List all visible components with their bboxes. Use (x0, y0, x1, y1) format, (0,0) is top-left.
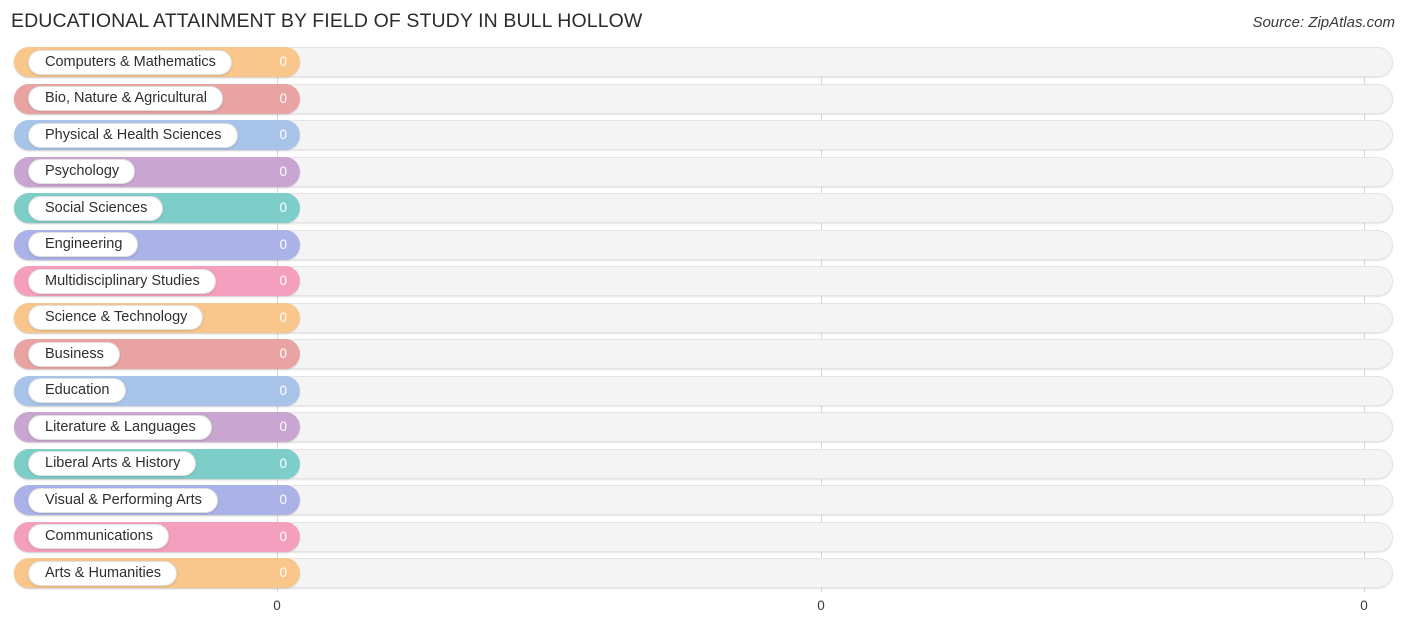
category-label: Liberal Arts & History (45, 455, 181, 472)
table-row: 0 Psychology (0, 156, 1406, 187)
bar-value-label: 0 (279, 382, 287, 398)
bar-value-label: 0 (279, 346, 287, 362)
axis-tick-label: 0 (817, 598, 825, 613)
category-label-pill[interactable]: Literature & Languages (28, 414, 212, 440)
bar-value-label: 0 (279, 236, 287, 252)
category-label: Social Sciences (45, 199, 148, 216)
table-row: 0 Business (0, 339, 1406, 369)
bar-value-label: 0 (279, 455, 287, 471)
bar-value-label: 0 (279, 163, 287, 179)
table-row: 0 Physical & Health Sciences (0, 120, 1406, 150)
category-label: Literature & Languages (45, 418, 196, 435)
bar-value-label: 0 (279, 419, 287, 435)
table-row: 0 Communications (0, 521, 1406, 552)
x-axis: 0 0 0 (0, 592, 1406, 632)
category-label: Multidisciplinary Studies (45, 272, 200, 289)
bar-value-label: 0 (279, 54, 287, 70)
bar-value-label: 0 (279, 90, 287, 106)
bar-rows: 0 Computers & Mathematics 0 Bio, Nature & A… (0, 47, 1406, 595)
bar-value-label: 0 (279, 528, 287, 544)
category-label-pill[interactable]: Social Sciences (28, 195, 164, 221)
bar-value-label: 0 (279, 200, 287, 216)
table-row: 0 Liberal Arts & History (0, 448, 1406, 479)
category-label-pill[interactable]: Visual & Performing Arts (28, 487, 218, 513)
category-label-pill[interactable]: Liberal Arts & History (28, 451, 197, 476)
plot-area: 0 Computers & Mathematics 0 Bio, Nature & A… (0, 47, 1406, 592)
category-label-pill[interactable]: Communications (28, 524, 169, 549)
category-label: Education (45, 382, 110, 399)
bar-value-label: 0 (279, 492, 287, 508)
table-row: 0 Literature & Languages (0, 412, 1406, 442)
chart-header: EDUCATIONAL ATTAINMENT BY FIELD OF STUDY… (0, 0, 1406, 46)
category-label-pill[interactable]: Multidisciplinary Studies (28, 268, 216, 294)
category-label-pill[interactable]: Physical & Health Sciences (28, 122, 238, 148)
table-row: 0 Social Sciences (0, 193, 1406, 223)
table-row: 0 Engineering (0, 229, 1406, 260)
page-title: EDUCATIONAL ATTAINMENT BY FIELD OF STUDY… (11, 10, 643, 32)
category-label-pill[interactable]: Psychology (28, 159, 136, 184)
category-label: Business (45, 345, 104, 362)
table-row: 0 Visual & Performing Arts (0, 485, 1406, 515)
category-label: Visual & Performing Arts (45, 491, 202, 508)
category-label-pill[interactable]: Business (28, 341, 120, 367)
axis-tick-label: 0 (1360, 598, 1368, 613)
category-label: Psychology (45, 163, 120, 180)
bar-value-label: 0 (279, 565, 287, 581)
table-row: 0 Arts & Humanities (0, 558, 1406, 588)
table-row: 0 Education (0, 375, 1406, 406)
table-row: 0 Bio, Nature & Agricultural (0, 83, 1406, 114)
category-label: Communications (45, 528, 153, 545)
table-row: 0 Multidisciplinary Studies (0, 266, 1406, 296)
source-attribution: Source: ZipAtlas.com (1252, 14, 1395, 31)
bar-value-label: 0 (279, 309, 287, 325)
category-label-pill[interactable]: Computers & Mathematics (28, 49, 232, 75)
bar-value-label: 0 (279, 127, 287, 143)
bar-value-label: 0 (279, 273, 287, 289)
category-label: Physical & Health Sciences (45, 126, 222, 143)
table-row: 0 Computers & Mathematics (0, 47, 1406, 77)
table-row: 0 Science & Technology (0, 302, 1406, 333)
category-label-pill[interactable]: Science & Technology (28, 305, 204, 330)
category-label: Science & Technology (45, 309, 188, 326)
chart-page: EDUCATIONAL ATTAINMENT BY FIELD OF STUDY… (0, 0, 1406, 632)
category-label: Bio, Nature & Agricultural (45, 90, 207, 107)
category-label-pill[interactable]: Engineering (28, 232, 139, 257)
category-label: Engineering (45, 236, 123, 253)
category-label-pill[interactable]: Bio, Nature & Agricultural (28, 86, 223, 111)
category-label-pill[interactable]: Arts & Humanities (28, 560, 178, 586)
axis-tick-label: 0 (273, 598, 281, 613)
category-label: Computers & Mathematics (45, 53, 216, 70)
category-label-pill[interactable]: Education (28, 378, 126, 403)
category-label: Arts & Humanities (45, 564, 162, 581)
